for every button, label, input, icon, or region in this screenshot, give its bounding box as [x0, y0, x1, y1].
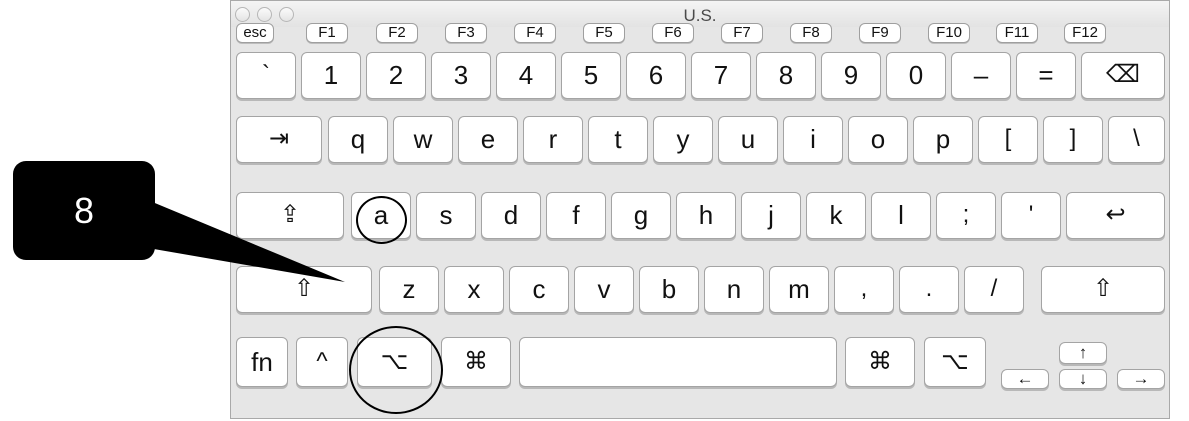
callout-pointer	[138, 196, 345, 282]
step-callout: 8	[13, 161, 155, 260]
